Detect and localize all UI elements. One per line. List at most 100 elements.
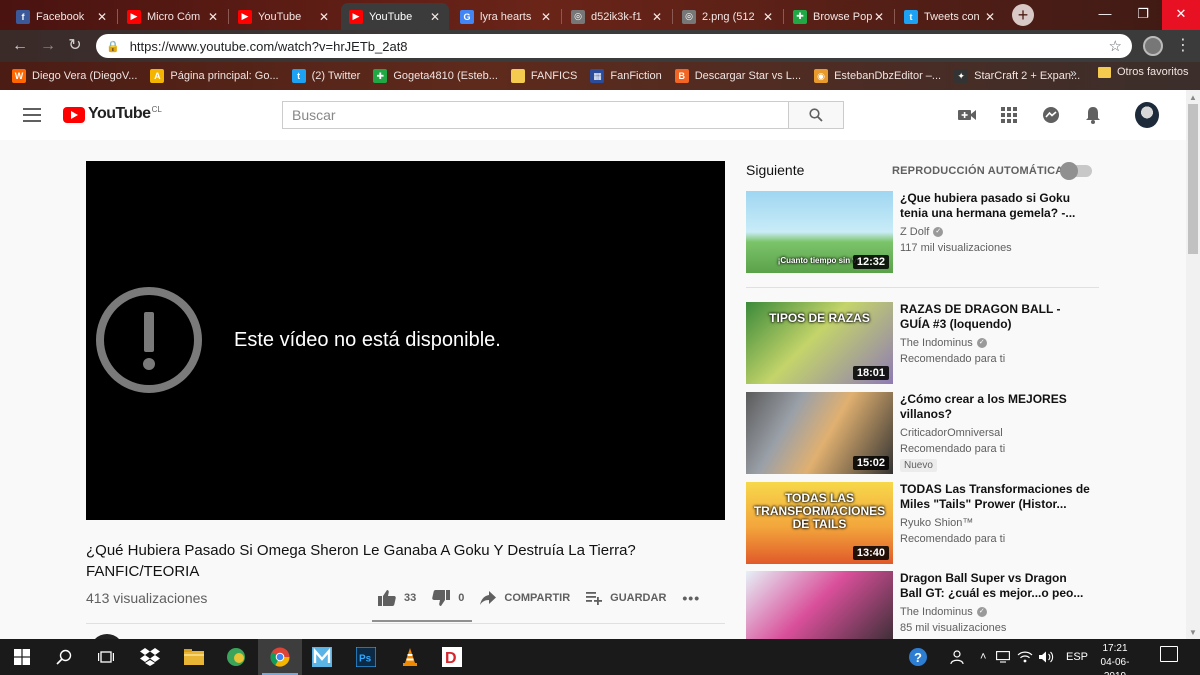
like-button[interactable]: 33 [378, 590, 416, 606]
browser-tab[interactable]: ▶ YouTube ✕ [230, 3, 338, 30]
notifications-bell-icon[interactable] [1083, 105, 1103, 125]
search-input[interactable]: Buscar [282, 101, 788, 129]
browser-tab[interactable]: f Facebook ✕ [8, 3, 116, 30]
video-title[interactable]: ¿Cómo crear a los MEJORES villanos? [900, 392, 1090, 422]
recommended-video[interactable]: ¡Cuanto tiempo sin ve 12:32 ¿Que hubiera p… [746, 191, 1100, 273]
taskbar-chrome[interactable] [258, 639, 302, 675]
bookmark-item[interactable]: ✚ Gogeta4810 (Esteb... [373, 69, 498, 83]
language-indicator[interactable]: ESP [1066, 639, 1088, 675]
windows-start-button[interactable] [0, 639, 44, 675]
tab-close-icon[interactable]: ✕ [762, 10, 774, 24]
bookmark-item[interactable]: ✦ StarCraft 2 + Expan... [954, 69, 1080, 83]
taskbar-app-d[interactable]: D [430, 639, 474, 675]
browser-tab[interactable]: ◎ 2.png (512 ✕ [674, 3, 782, 30]
reload-icon[interactable]: ↻ [65, 36, 85, 56]
tab-close-icon[interactable]: ✕ [429, 10, 441, 24]
apps-grid-icon[interactable] [999, 105, 1019, 125]
bookmark-item[interactable]: FANFICS [510, 69, 577, 83]
volume-tray-icon[interactable] [1036, 639, 1058, 675]
video-title[interactable]: ¿Que hubiera pasado si Goku tenia una he… [900, 191, 1090, 221]
channel-name-row[interactable]: The Indominus ✓ [900, 606, 1090, 618]
scroll-down-arrow-icon[interactable]: ▼ [1189, 628, 1197, 637]
browser-tab[interactable]: ◎ d52ik3k-f1 ✕ [563, 3, 671, 30]
tab-close-icon[interactable]: ✕ [96, 10, 108, 24]
channel-name-row[interactable]: Ryuko Shion™ [900, 517, 1090, 529]
taskbar-file-explorer[interactable] [172, 639, 216, 675]
messages-icon[interactable] [1041, 105, 1061, 125]
recommended-video[interactable]: Dragon Ball Super vs Dragon Ball GT: ¿cu… [746, 571, 1100, 653]
show-hidden-icons-button[interactable]: ˄ [980, 639, 986, 675]
back-arrow-icon[interactable]: ← [10, 36, 30, 56]
hamburger-menu-icon[interactable] [23, 108, 41, 122]
bookmark-item[interactable]: W Diego Vera (DiegoV... [12, 69, 137, 83]
screen-tray-icon[interactable] [992, 639, 1014, 675]
tab-close-icon[interactable]: ✕ [984, 10, 996, 24]
video-title[interactable]: RAZAS DE DRAGON BALL - GUÍA #3 (loquendo… [900, 302, 1090, 332]
create-video-icon[interactable] [957, 105, 977, 125]
bookmark-item[interactable]: ◉ EstebanDbzEditor –... [814, 69, 941, 83]
video-thumbnail[interactable]: 15:02 [746, 392, 893, 474]
video-thumbnail[interactable]: ¡Cuanto tiempo sin ve 12:32 [746, 191, 893, 273]
channel-name-row[interactable]: The Indominus ✓ [900, 337, 1090, 349]
forward-arrow-icon[interactable]: → [38, 36, 58, 56]
bookmark-item[interactable]: B Descargar Star vs L... [674, 69, 801, 83]
taskbar-vlc[interactable] [388, 639, 432, 675]
minimize-button[interactable]: — [1086, 0, 1124, 30]
bookmarks-overflow-button[interactable]: » [1070, 66, 1077, 80]
channel-name-row[interactable]: Z Dolf ✓ [900, 226, 1090, 238]
save-button[interactable]: GUARDAR [586, 591, 666, 605]
taskbar-dropbox[interactable] [128, 639, 172, 675]
scrollbar-thumb[interactable] [1188, 104, 1198, 254]
search-button[interactable] [788, 101, 844, 129]
dislike-button[interactable]: 0 [432, 590, 464, 606]
bookmark-star-icon[interactable]: ☆ [1109, 37, 1122, 55]
taskbar-search-button[interactable] [42, 639, 86, 675]
account-avatar[interactable] [1135, 102, 1159, 128]
bookmark-item[interactable]: ▦ FanFiction [590, 69, 662, 83]
tab-close-icon[interactable]: ✕ [873, 10, 885, 24]
autoplay-toggle[interactable] [1060, 162, 1092, 180]
verified-check-icon: ✓ [976, 338, 987, 348]
other-bookmarks-folder[interactable]: Otros favoritos [1098, 66, 1189, 78]
close-window-button[interactable]: ✕ [1162, 0, 1200, 30]
task-view-button[interactable] [84, 639, 128, 675]
tab-close-icon[interactable]: ✕ [651, 10, 663, 24]
profile-icon[interactable] [1143, 36, 1163, 56]
taskbar-app-globe[interactable] [214, 639, 258, 675]
recommended-video[interactable]: TODAS LAS TRANSFORMACIONES DE TAILS 13:40… [746, 482, 1100, 564]
network-tray-icon[interactable] [1014, 639, 1036, 675]
browser-tab[interactable]: ▶ YouTube ✕ [341, 3, 449, 30]
url-text[interactable]: https://www.youtube.com/watch?v=hrJETb_2… [130, 39, 1109, 54]
help-tray-button[interactable]: ? [898, 639, 938, 675]
people-tray-button[interactable] [938, 639, 974, 675]
tab-close-icon[interactable]: ✕ [207, 10, 219, 24]
channel-name-row[interactable]: CriticadorOmniversal [900, 427, 1090, 439]
system-clock[interactable]: 17:21 04-06-2019 [1092, 642, 1138, 675]
scroll-up-arrow-icon[interactable]: ▲ [1189, 93, 1197, 102]
recommended-video[interactable]: TIPOS DE RAZAS 18:01 RAZAS DE DRAGON BALL … [746, 302, 1100, 384]
action-center-icon[interactable] [1160, 646, 1178, 662]
bookmark-item[interactable]: A Página principal: Go... [150, 69, 279, 83]
video-thumbnail[interactable]: TIPOS DE RAZAS 18:01 [746, 302, 893, 384]
chrome-menu-icon[interactable]: ⋮ [1175, 36, 1191, 56]
video-thumbnail[interactable]: TODAS LAS TRANSFORMACIONES DE TAILS 13:40 [746, 482, 893, 564]
recommended-video[interactable]: 15:02 ¿Cómo crear a los MEJORES villanos?… [746, 392, 1100, 474]
browser-tab[interactable]: t Tweets con ✕ [896, 3, 1004, 30]
address-bar[interactable]: 🔒 https://www.youtube.com/watch?v=hrJETb… [96, 34, 1132, 58]
browser-tab[interactable]: ✚ Browse Pop ✕ [785, 3, 893, 30]
browser-tab[interactable]: Glyra hearts ✕ [452, 3, 560, 30]
taskbar-photoshop[interactable]: Ps [344, 639, 388, 675]
video-title[interactable]: TODAS Las Transformaciones de Miles "Tai… [900, 482, 1090, 512]
browser-tab[interactable]: ▶ Micro Cóm ✕ [119, 3, 227, 30]
tab-close-icon[interactable]: ✕ [540, 10, 552, 24]
restore-button[interactable]: ❐ [1124, 0, 1162, 30]
more-actions-button[interactable]: ••• [682, 590, 700, 606]
video-player[interactable]: Este vídeo no está disponible. [86, 161, 725, 520]
tab-close-icon[interactable]: ✕ [318, 10, 330, 24]
video-title[interactable]: Dragon Ball Super vs Dragon Ball GT: ¿cu… [900, 571, 1090, 601]
share-button[interactable]: COMPARTIR [480, 591, 570, 605]
taskbar-app-m[interactable] [300, 639, 344, 675]
youtube-logo[interactable]: YouTube CL [63, 105, 162, 123]
bookmark-item[interactable]: t (2) Twitter [291, 69, 360, 83]
new-tab-button[interactable]: + [1012, 4, 1034, 26]
